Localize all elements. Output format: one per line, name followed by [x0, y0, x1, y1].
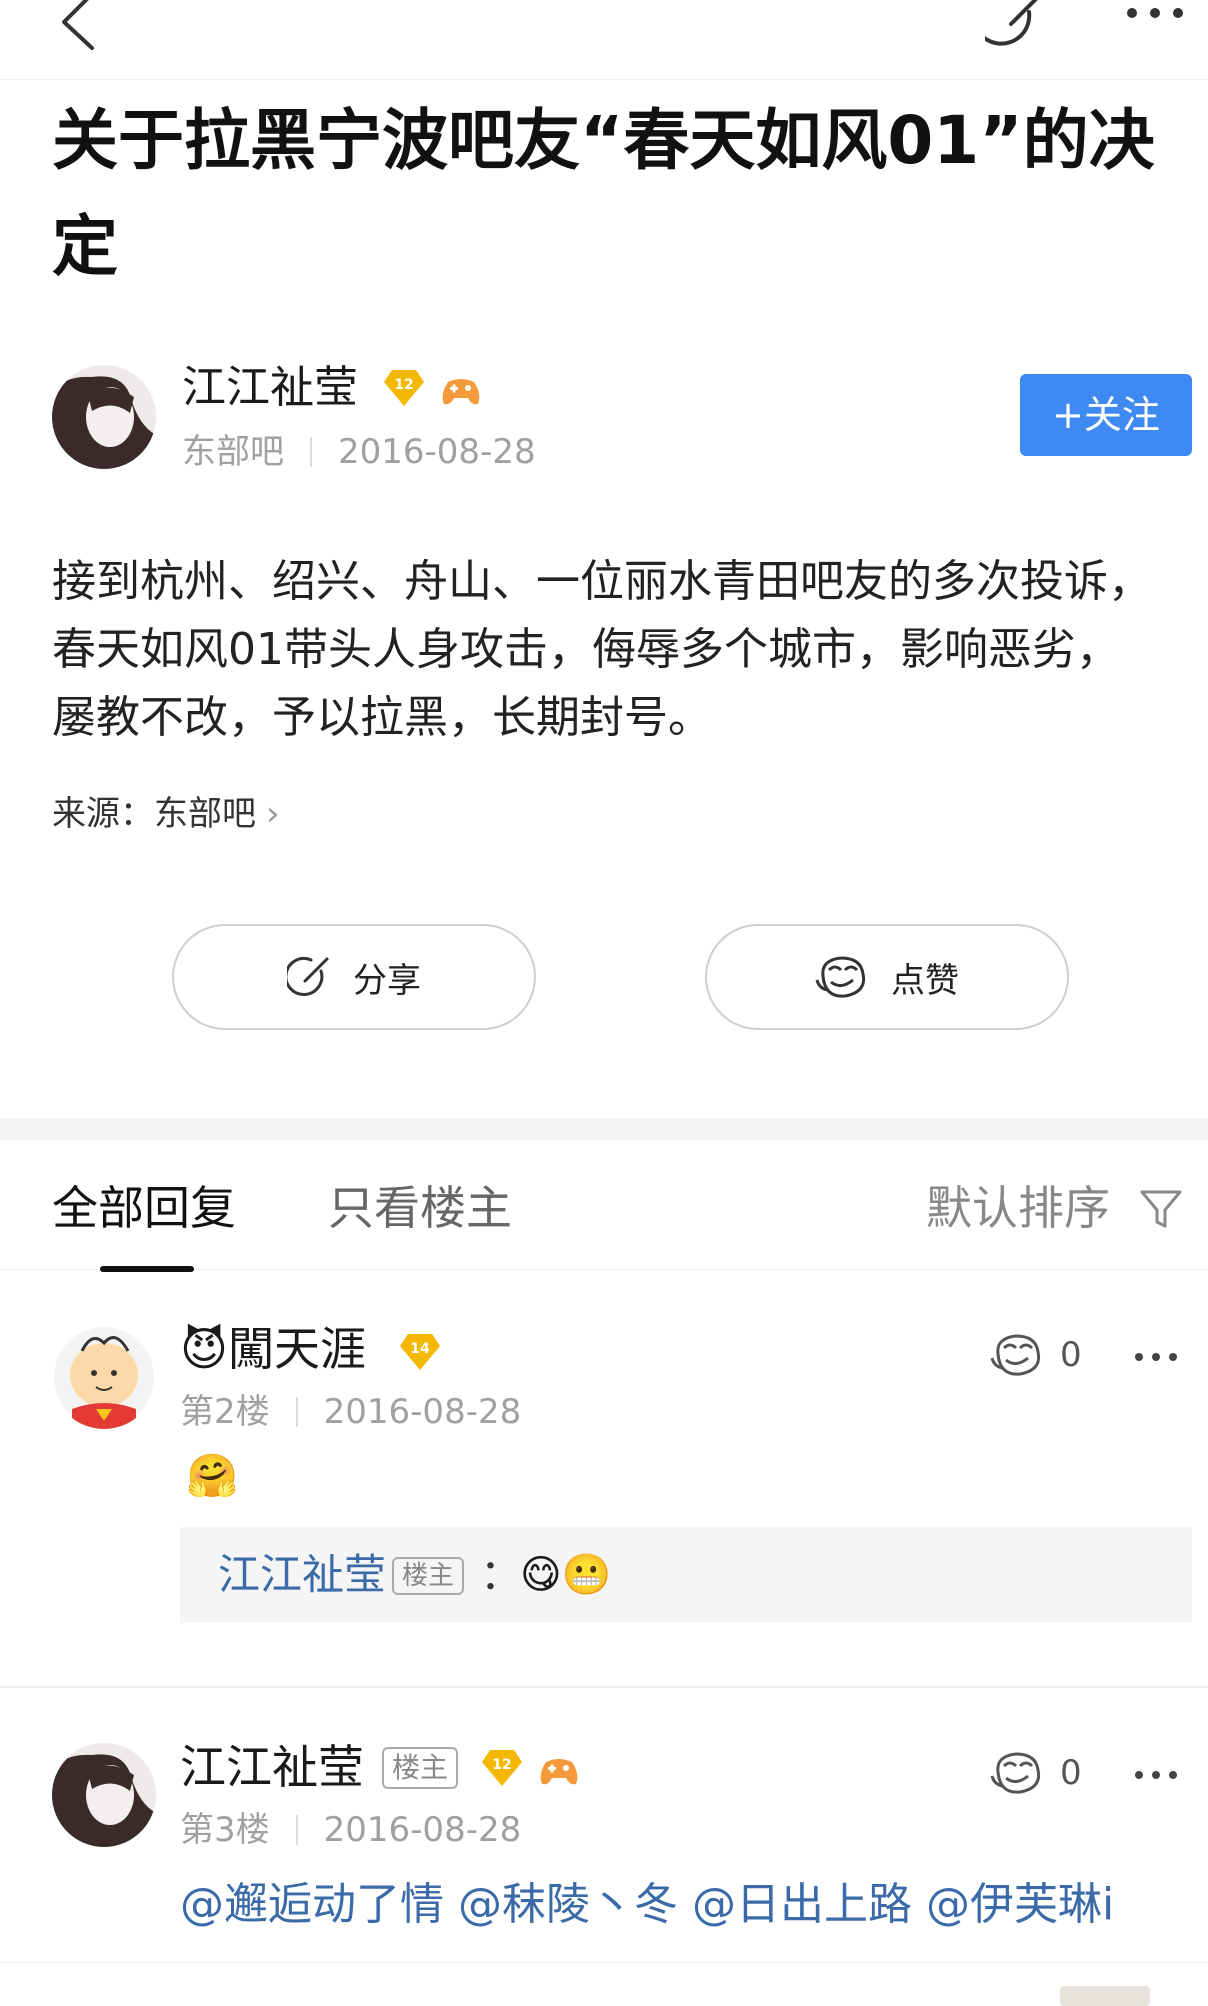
share-button-label: 分享: [353, 960, 421, 1001]
reply-like-button[interactable]: 0: [990, 1332, 1082, 1378]
author-name[interactable]: 江江祉莹: [182, 360, 358, 416]
reply-more-icon[interactable]: [1134, 1351, 1178, 1363]
reply-author-label: 闖天涯: [227, 1322, 366, 1376]
source-forum-link[interactable]: 东部吧: [154, 794, 256, 834]
op-tag: 楼主: [382, 1747, 459, 1789]
section-divider: [0, 1118, 1208, 1140]
gamepad-badge-icon: [540, 1759, 578, 1785]
more-options-icon[interactable]: [1125, 6, 1185, 20]
reply-meta: 第3楼 2016-08-28: [180, 1808, 521, 1852]
chevron-right-icon: ›: [266, 794, 280, 834]
post-title: 关于拉黑宁波吧友“春天如风01”的决定: [52, 102, 1155, 285]
follow-button[interactable]: +关注: [1020, 374, 1192, 456]
reply-avatar[interactable]: [52, 1325, 156, 1429]
reply-author-name[interactable]: 江江祉莹: [180, 1738, 364, 1796]
reply-date: 2016-08-28: [323, 1810, 522, 1850]
svg-text:12: 12: [394, 377, 413, 393]
author-meta: 东部吧 2016-08-28: [182, 430, 536, 474]
level-badge-icon: 12: [384, 370, 424, 406]
like-face-icon: [815, 956, 866, 998]
tab-all-replies[interactable]: 全部回复: [52, 1180, 236, 1236]
reply-like-count: 0: [1060, 1335, 1082, 1375]
active-tab-indicator: [100, 1266, 194, 1272]
like-button-label: 点赞: [891, 960, 959, 1001]
bottom-thumbnail[interactable]: [1060, 1986, 1150, 2006]
reply-avatar[interactable]: [52, 1743, 156, 1847]
level-badge-icon: 12: [482, 1750, 522, 1786]
bottom-reply-bar[interactable]: [0, 1962, 1208, 2006]
devil-emoji-icon: 😈: [180, 1322, 228, 1376]
share-button[interactable]: 分享: [172, 924, 536, 1030]
top-nav-bar: [0, 0, 1208, 80]
meta-divider: [295, 1397, 298, 1427]
floor-number: 第2楼: [180, 1392, 270, 1432]
back-arrow-icon[interactable]: [56, 0, 100, 50]
sub-reply-emojis: 😋😬: [520, 1552, 612, 1598]
sub-reply-colon: ：: [480, 1550, 523, 1599]
floor-number: 第3楼: [180, 1810, 270, 1850]
reply-more-icon[interactable]: [1134, 1769, 1178, 1781]
sub-reply-author[interactable]: 江江祉莹: [218, 1547, 386, 1603]
sort-dropdown[interactable]: 默认排序: [926, 1180, 1110, 1236]
tab-op-only[interactable]: 只看楼主: [328, 1180, 512, 1236]
author-avatar[interactable]: [52, 365, 156, 469]
reply-like-count: 0: [1060, 1753, 1082, 1793]
gamepad-badge-icon: [442, 379, 480, 405]
reply-content-emoji: 🤗: [186, 1451, 239, 1500]
svg-text:12: 12: [492, 1757, 511, 1773]
post-body: 接到杭州、绍兴、舟山、一位丽水青田吧友的多次投诉，春天如风01带头人身攻击，侮辱…: [52, 556, 1152, 743]
like-face-icon: [990, 1752, 1041, 1794]
reply-tabs: 全部回复 只看楼主 默认排序: [0, 1140, 1208, 1272]
reply-date: 2016-08-28: [323, 1392, 522, 1432]
forum-name[interactable]: 东部吧: [182, 432, 284, 472]
sub-reply-box[interactable]: 江江祉莹 楼主 ： 😋😬: [180, 1527, 1192, 1623]
filter-icon[interactable]: [1138, 1186, 1184, 1232]
reply-author-name[interactable]: 😈闖天涯: [180, 1320, 366, 1378]
meta-divider: [295, 1815, 298, 1845]
reply-mentions[interactable]: @邂逅动了情 @秣陵丶冬 @日出上路 @伊芙琳i: [180, 1872, 1200, 1938]
like-button[interactable]: 点赞: [705, 924, 1069, 1030]
reply-divider: [0, 1686, 1208, 1688]
reply-meta: 第2楼 2016-08-28: [180, 1390, 521, 1434]
level-badge-icon: 14: [400, 1334, 440, 1370]
svg-text:14: 14: [410, 1341, 430, 1357]
source-label: 来源：: [52, 794, 154, 834]
share-icon[interactable]: [985, 0, 1049, 50]
post-source[interactable]: 来源：东部吧 ›: [52, 790, 280, 838]
reply-like-button[interactable]: 0: [990, 1750, 1082, 1796]
share-icon: [287, 957, 329, 996]
meta-divider: [310, 437, 312, 467]
like-face-icon: [990, 1334, 1041, 1376]
post-date: 2016-08-28: [338, 432, 536, 472]
op-tag: 楼主: [392, 1557, 465, 1595]
